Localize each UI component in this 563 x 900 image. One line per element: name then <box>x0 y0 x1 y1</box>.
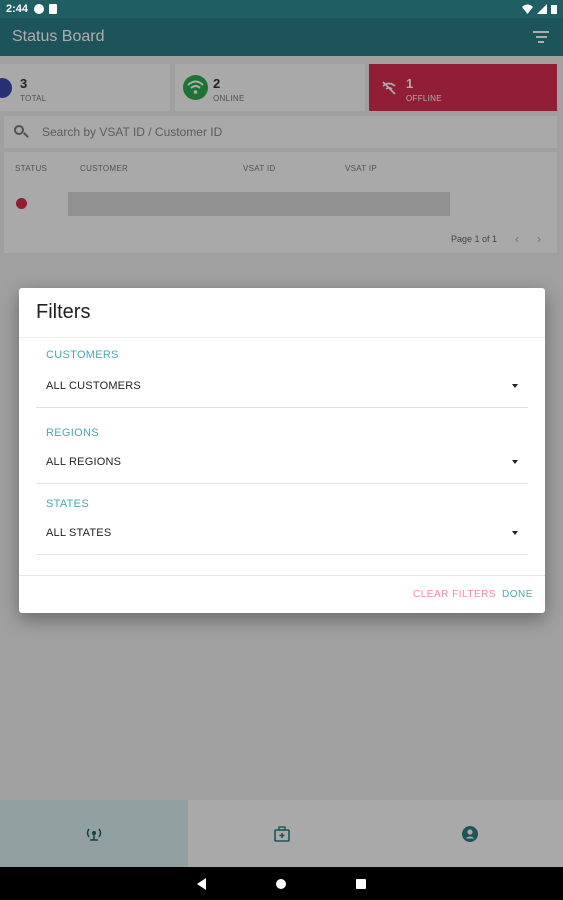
recents-icon[interactable] <box>356 878 366 889</box>
customers-select[interactable]: ALL CUSTOMERS <box>46 376 528 396</box>
divider <box>19 337 545 338</box>
back-icon[interactable] <box>197 877 206 890</box>
sd-card-icon <box>49 4 58 14</box>
done-button[interactable]: DONE <box>502 589 533 600</box>
clear-filters-button[interactable]: CLEAR FILTERS <box>413 589 496 600</box>
divider <box>36 407 528 408</box>
customers-label: CUSTOMERS <box>46 349 119 361</box>
clock: 2:44 <box>6 3 29 15</box>
dropdown-arrow-icon <box>512 384 518 388</box>
regions-label: REGIONS <box>46 427 99 439</box>
home-icon[interactable] <box>276 878 286 889</box>
notification-icon <box>34 4 45 14</box>
dialog-title: Filters <box>36 301 91 323</box>
regions-select[interactable]: ALL REGIONS <box>46 452 528 472</box>
states-select[interactable]: ALL STATES <box>46 523 528 543</box>
divider <box>36 554 528 555</box>
states-label: STATES <box>46 498 89 510</box>
signal-icon <box>537 4 547 14</box>
divider <box>19 575 545 576</box>
regions-filter: REGIONS ALL REGIONS <box>36 427 528 484</box>
states-value: ALL STATES <box>46 527 112 539</box>
filters-dialog: Filters CUSTOMERS ALL CUSTOMERS REGIONS … <box>19 288 545 613</box>
states-filter: STATES ALL STATES <box>36 498 528 555</box>
wifi-icon <box>522 4 533 14</box>
system-status-bar: 2:44 <box>0 0 563 18</box>
dropdown-arrow-icon <box>512 460 518 464</box>
regions-value: ALL REGIONS <box>46 456 122 468</box>
divider <box>36 483 528 484</box>
battery-icon <box>551 5 557 14</box>
customers-value: ALL CUSTOMERS <box>46 380 141 392</box>
dropdown-arrow-icon <box>512 531 518 535</box>
system-navigation-bar <box>0 867 563 900</box>
customers-filter: CUSTOMERS ALL CUSTOMERS <box>36 349 528 408</box>
